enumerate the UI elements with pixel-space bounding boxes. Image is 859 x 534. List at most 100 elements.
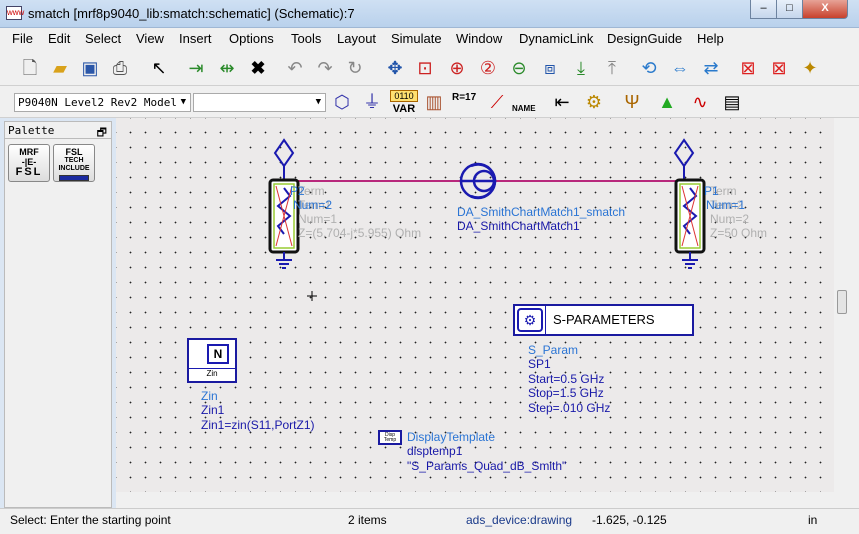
palette-title: Palette — [8, 124, 55, 137]
pop-icon[interactable]: ⤒ — [600, 56, 624, 80]
align-icon[interactable]: ⇔ — [668, 56, 692, 80]
palette-item-bottom: INCLUDE — [58, 165, 90, 172]
component-icon[interactable]: ⧈ — [538, 56, 562, 80]
var-icon: 0110 — [390, 90, 418, 102]
smith-chart-icon[interactable] — [459, 162, 497, 200]
print-icon[interactable]: ⎙ — [108, 56, 132, 80]
ground-icon — [276, 252, 292, 269]
ground-icon[interactable]: ⏚ — [360, 90, 384, 114]
menu-help[interactable]: Help — [697, 31, 724, 46]
simulate-icon[interactable]: ▲ — [655, 90, 679, 114]
component-combo[interactable]: ▼ — [193, 93, 326, 112]
menu-insert[interactable]: Insert — [179, 31, 212, 46]
menu-designguide[interactable]: DesignGuide — [607, 31, 682, 46]
tune-icon[interactable]: ⟲ — [637, 56, 661, 80]
undo-icon[interactable]: ↶ — [283, 56, 307, 80]
var-button[interactable]: 0110 VAR — [390, 90, 418, 115]
probe-icon[interactable]: Ψ — [620, 90, 644, 114]
crosshair-cursor — [307, 291, 317, 301]
main-toolbar: 🗋 ▰ ▣ ⎙ ↖ ⇥ ⇹ ✖ ↶ ↷ ↻ ✥ ⊡ ⊕ ② ⊖ ⧈ ⤓ ⤒ ⟲ … — [0, 50, 859, 86]
zin-icon-label: N — [207, 344, 229, 364]
display-template-icon[interactable]: Disp Temp — [378, 430, 402, 445]
term-left-num-b: Num=1 — [298, 212, 338, 226]
port-icon[interactable]: ⬡ — [330, 90, 354, 114]
mirror-icon[interactable]: ⇄ — [699, 56, 723, 80]
deactivate-icon[interactable]: ⊠ — [736, 56, 760, 80]
status-bar: Select: Enter the starting point 2 items… — [0, 508, 859, 534]
palette-item-mrf-fsl[interactable]: MRF -|E- FSL — [8, 144, 50, 182]
term-right-num-a: Num=1 — [706, 198, 746, 212]
term-right-symbol[interactable] — [674, 178, 706, 254]
menu-options[interactable]: Options — [229, 31, 274, 46]
resistor-button[interactable]: R=17 — [452, 92, 476, 103]
select-pointer-icon[interactable]: ↖ — [147, 56, 171, 80]
menu-select[interactable]: Select — [85, 31, 121, 46]
sparam-step: Step=.010 GHz — [528, 401, 611, 415]
palette-item-fsl-tech-include[interactable]: FSL TECH INCLUDE — [53, 144, 95, 182]
library-combo[interactable]: P9040N Level2 Rev2 Model ▼ — [14, 93, 191, 112]
menu-layout[interactable]: Layout — [337, 31, 376, 46]
tune-wave-icon[interactable]: ∿ — [688, 90, 712, 114]
pin-icon[interactable]: ⇤ — [550, 90, 574, 114]
close-button[interactable]: X — [802, 0, 848, 19]
menu-view[interactable]: View — [136, 31, 164, 46]
insert-pin-icon[interactable]: ⇥ — [184, 56, 208, 80]
wire-icon[interactable]: ⟋ — [485, 90, 509, 114]
menu-file[interactable]: File — [12, 31, 33, 46]
palette-item-mid: TECH — [64, 157, 84, 164]
move-icon[interactable]: ✥ — [383, 56, 407, 80]
zin-component[interactable]: N Zin — [187, 338, 237, 383]
new-icon[interactable]: 🗋 — [18, 56, 42, 80]
divider — [545, 306, 546, 334]
status-items: 2 items — [348, 513, 387, 527]
term-right-num-b: Num=2 — [710, 212, 750, 226]
smith-inst: DA_SmithChartMatch1 — [457, 219, 580, 233]
sparam-stop: Stop=1.5 GHz — [528, 386, 604, 400]
save-icon[interactable]: ▣ — [78, 56, 102, 80]
menu-dynamiclink[interactable]: DynamicLink — [519, 31, 593, 46]
wizard-icon[interactable]: ✦ — [798, 56, 822, 80]
var-label: VAR — [392, 103, 416, 115]
sparam-inst: SP1 — [528, 357, 551, 371]
gear-icon[interactable]: ⚙ — [582, 90, 606, 114]
delete-icon[interactable]: ✖ — [246, 56, 270, 80]
zoom-area-icon[interactable]: ⊡ — [413, 56, 437, 80]
minimize-button[interactable]: – — [750, 0, 777, 19]
redo-icon[interactable]: ↷ — [313, 56, 337, 80]
restore-icon[interactable]: 🗗 — [97, 124, 107, 143]
menu-edit[interactable]: Edit — [48, 31, 70, 46]
menu-tools[interactable]: Tools — [291, 31, 321, 46]
scrollbar-thumb[interactable] — [837, 290, 847, 314]
term-left-num-a: Num=2 — [293, 198, 333, 212]
library-icon[interactable]: ▥ — [422, 90, 446, 114]
open-icon[interactable]: ▰ — [48, 56, 72, 80]
zoom-in-icon[interactable]: ⊕ — [445, 56, 469, 80]
chevron-down-icon: ▼ — [180, 97, 186, 107]
rotate-icon[interactable]: ↻ — [343, 56, 367, 80]
insert-wire-icon[interactable]: ⇹ — [215, 56, 239, 80]
zin-type: Zin — [201, 389, 218, 403]
horizontal-scrollbar[interactable] — [116, 492, 834, 508]
palette-item-bottom: FSL — [15, 166, 43, 178]
sparam-start: Start=0.5 GHz — [528, 372, 605, 386]
display-inst: disptemp1 — [407, 444, 463, 458]
library-combo-value: P9040N Level2 Rev2 Model — [18, 96, 177, 109]
schematic-canvas[interactable]: Term P2 Term1 Num=2 Num=1 Z=(5.704-j*5.9… — [116, 118, 834, 508]
palette-item-top: FSL — [65, 147, 83, 157]
results-icon[interactable]: ▤ — [720, 90, 744, 114]
vertical-scrollbar[interactable] — [834, 118, 859, 508]
push-icon[interactable]: ⤓ — [569, 56, 593, 80]
zoom-out-icon[interactable]: ⊖ — [507, 56, 531, 80]
name-button[interactable]: NAME — [512, 104, 536, 113]
status-layer[interactable]: ads_device:drawing — [466, 513, 572, 527]
menu-simulate[interactable]: Simulate — [391, 31, 442, 46]
sparam-icon: ⚙ — [517, 308, 543, 332]
short-icon[interactable]: ⊠ — [767, 56, 791, 80]
maximize-button[interactable]: □ — [776, 0, 803, 19]
sparam-component[interactable]: ⚙ S-PARAMETERS — [513, 304, 694, 336]
include-bar-icon — [59, 175, 89, 181]
menu-window[interactable]: Window — [456, 31, 502, 46]
sparam-type: S_Param — [528, 343, 579, 357]
port-right-icon — [673, 138, 695, 181]
zoom-2-icon[interactable]: ② — [476, 56, 500, 80]
